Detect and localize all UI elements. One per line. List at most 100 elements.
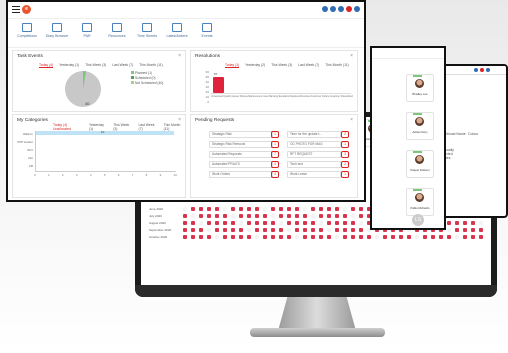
calendar-day[interactable] (343, 221, 347, 225)
pending-right-count[interactable]: 2 (341, 161, 349, 168)
user-avatar-icon[interactable] (354, 6, 360, 12)
calendar-day[interactable] (343, 207, 347, 211)
pending-left-count[interactable]: 1 (271, 141, 279, 148)
calendar-day[interactable] (239, 207, 243, 211)
pending-right-item[interactable]: Time for the update t... (287, 131, 341, 138)
calendar-day[interactable] (215, 228, 219, 232)
calendar-day[interactable] (471, 235, 475, 239)
calendar-day[interactable] (191, 221, 195, 225)
calendar-day[interactable] (327, 221, 331, 225)
calendar-day[interactable] (215, 214, 219, 218)
calendar-day[interactable] (263, 228, 267, 232)
calendar-day[interactable] (263, 207, 267, 211)
calendar-day[interactable] (223, 207, 227, 211)
calendar-day[interactable] (319, 235, 323, 239)
calendar-day[interactable] (255, 214, 259, 218)
help-icon[interactable] (322, 6, 328, 12)
calendar-day[interactable] (383, 235, 387, 239)
pending-right-item[interactable]: Work Leave (287, 171, 341, 178)
calendar-day[interactable] (455, 221, 459, 225)
pending-right-item[interactable]: RFT REQUEST (287, 151, 341, 158)
calendar-day[interactable] (335, 228, 339, 232)
calendar-day[interactable] (423, 235, 427, 239)
calendar-day[interactable] (247, 221, 251, 225)
calendar-day[interactable] (231, 207, 235, 211)
tab-last-week[interactable]: Last Week (7) (112, 63, 133, 68)
calendar-day[interactable] (447, 221, 451, 225)
calendar-day[interactable] (207, 228, 211, 232)
calendar-day[interactable] (271, 235, 275, 239)
calendar-day[interactable] (231, 214, 235, 218)
calendar-day[interactable] (263, 221, 267, 225)
tab-this-month[interactable]: This Month (11) (139, 63, 163, 68)
calendar-day[interactable] (279, 228, 283, 232)
calendar-day[interactable] (287, 207, 291, 211)
calendar-day[interactable] (223, 235, 227, 239)
pending-left-count[interactable]: 7 (271, 151, 279, 158)
calendar-day[interactable] (295, 235, 299, 239)
calendar-day[interactable] (311, 235, 315, 239)
calendar-day[interactable] (311, 207, 315, 211)
calendar-day[interactable] (207, 235, 211, 239)
pending-left-item[interactable]: Work Orders (209, 171, 273, 178)
calendar-day[interactable] (247, 207, 251, 211)
res-tab-today[interactable]: Today (1) (225, 63, 240, 68)
calendar-day[interactable] (247, 235, 251, 239)
pending-left-count[interactable]: 4 (271, 171, 279, 178)
calendar-day[interactable] (327, 235, 331, 239)
calendar-day[interactable] (335, 214, 339, 218)
calendar-day[interactable] (271, 214, 275, 218)
calendar-day[interactable] (191, 228, 195, 232)
resolutions-bar[interactable] (213, 77, 224, 93)
pending-right-count[interactable]: 3 (341, 151, 349, 158)
calendar-day[interactable] (263, 235, 267, 239)
calendar-day[interactable] (231, 235, 235, 239)
task-events-close-icon[interactable]: × (178, 53, 181, 59)
person-card[interactable]: Kasper Dobson (406, 150, 434, 178)
calendar-day[interactable] (239, 214, 243, 218)
calendar-day[interactable] (327, 214, 331, 218)
calendar-day[interactable] (239, 221, 243, 225)
calendar-day[interactable] (223, 221, 227, 225)
calendar-day[interactable] (287, 235, 291, 239)
pending-left-count[interactable]: 4 (271, 161, 279, 168)
pending-left-item[interactable]: Automated PRAX'S (209, 161, 273, 168)
calendar-day[interactable] (343, 228, 347, 232)
calendar-day[interactable] (319, 228, 323, 232)
calendar-day[interactable] (343, 235, 347, 239)
resolutions-close-icon[interactable]: × (350, 53, 353, 59)
pending-right-item[interactable]: Tech test (287, 161, 341, 168)
calendar-day[interactable] (463, 228, 467, 232)
calendar-day[interactable] (359, 228, 363, 232)
calendar-day[interactable] (319, 214, 323, 218)
calendar-day[interactable] (415, 235, 419, 239)
calendar-day[interactable] (351, 207, 355, 211)
nav-completions[interactable]: Completions (14, 19, 40, 47)
calendar-day[interactable] (479, 228, 483, 232)
calendar-day[interactable] (311, 221, 315, 225)
calendar-day[interactable] (199, 214, 203, 218)
nav-diary-browser[interactable]: Diary Browser (44, 19, 70, 47)
calendar-day[interactable] (407, 235, 411, 239)
calendar-day[interactable] (247, 214, 251, 218)
calendar-day[interactable] (183, 221, 187, 225)
calendar-day[interactable] (271, 221, 275, 225)
pending-right-count[interactable]: 2 (341, 131, 349, 138)
settings-icon[interactable] (330, 6, 336, 12)
calendar-day[interactable] (391, 235, 395, 239)
calendar-day[interactable] (279, 214, 283, 218)
calendar-day[interactable] (239, 235, 243, 239)
calendar-day[interactable] (231, 221, 235, 225)
calendar-day[interactable] (479, 235, 483, 239)
calendar-day[interactable] (431, 235, 435, 239)
tab-today[interactable]: Today (4) (39, 63, 54, 68)
calendar-day[interactable] (359, 214, 363, 218)
calendar-day[interactable] (359, 221, 363, 225)
calendar-day[interactable] (191, 214, 195, 218)
pending-right-item[interactable]: OC PHOTO FOR MAG (287, 141, 341, 148)
calendar-day[interactable] (351, 221, 355, 225)
calendar-day[interactable] (359, 235, 363, 239)
calendar-day[interactable] (279, 221, 283, 225)
calendar-day[interactable] (471, 228, 475, 232)
calendar-day[interactable] (271, 207, 275, 211)
